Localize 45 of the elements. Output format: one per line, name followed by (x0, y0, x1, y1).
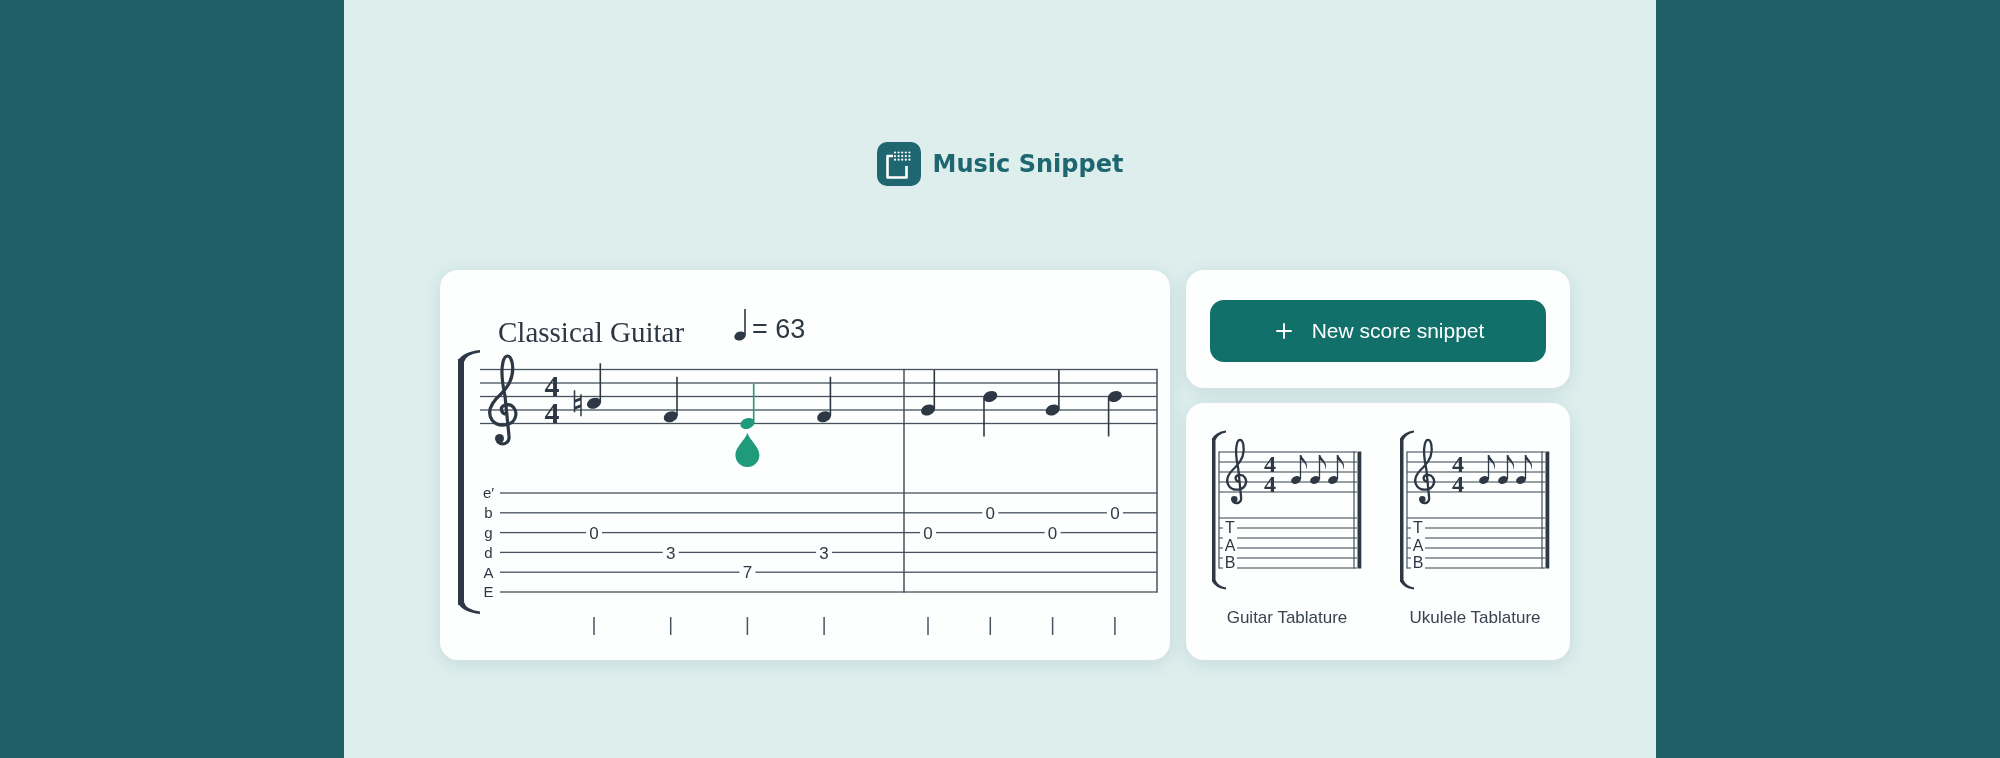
fret-number: 7 (742, 563, 753, 583)
fret-number: 3 (819, 543, 829, 563)
beat-tick (1114, 617, 1116, 635)
eighth-note-icon (1328, 455, 1345, 484)
fret-number: 0 (1047, 523, 1058, 543)
fret-number: 0 (923, 523, 933, 543)
fret-number: 0 (985, 503, 996, 523)
logo-icon (876, 142, 921, 186)
beat-tick (746, 617, 749, 635)
beat-tick (669, 617, 672, 635)
template-label: Ukulele Tablature (1409, 607, 1541, 629)
string-label: b (484, 504, 493, 522)
fret-number: 0 (1110, 503, 1120, 523)
beat-tick (1051, 617, 1054, 635)
string-label: E (483, 583, 494, 601)
eighth-note-icon (1498, 455, 1515, 484)
string-label: e′ (482, 484, 495, 502)
string-label: g (484, 524, 493, 541)
treble-clef-icon (1414, 438, 1436, 505)
eighth-note-icon (1310, 455, 1327, 484)
beat-tick (989, 617, 992, 635)
tab-clef-letter: T (1225, 519, 1235, 536)
tab-clef-letter: B (1224, 554, 1236, 571)
fret-number: 3 (665, 543, 676, 563)
tab-clef-letter: T (1413, 519, 1423, 536)
eighth-note-icon (1479, 455, 1496, 484)
eighth-note-icon (1291, 455, 1308, 484)
quarter-note-icon (734, 309, 749, 341)
new-snippet-button[interactable]: New score snippet (1210, 300, 1546, 362)
app-title: Music Snippet (932, 150, 1124, 178)
tempo-marking: = 63 (752, 313, 806, 345)
string-label: A (483, 563, 494, 581)
template-label: Guitar Tablature (1226, 607, 1348, 629)
tab-clef-letter: B (1412, 554, 1424, 571)
instrument-name: Classical Guitar (498, 315, 685, 349)
treble-clef-icon (1226, 438, 1248, 505)
string-label: d (484, 543, 493, 561)
beat-tick (927, 617, 929, 635)
beat-tick (593, 617, 595, 635)
tab-clef-letter: A (1412, 536, 1424, 554)
treble-clef-icon (488, 354, 518, 446)
tab-clef-letter: A (1224, 536, 1236, 554)
eighth-note-icon (1516, 455, 1533, 484)
beat-tick (823, 617, 825, 635)
fret-number: 0 (589, 523, 599, 543)
